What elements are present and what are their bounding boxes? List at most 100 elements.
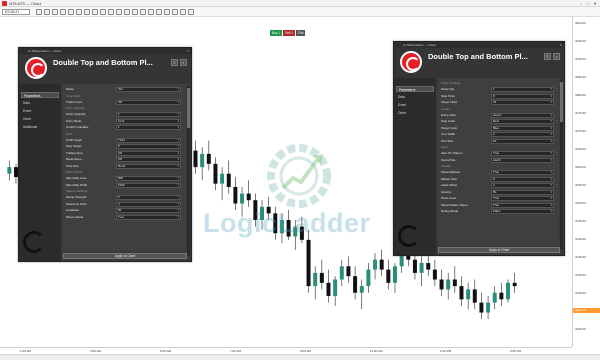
sidebar-item-event[interactable]: Event — [396, 102, 434, 108]
sidebar-item-additional[interactable]: Additional — [21, 124, 59, 130]
apply-to-chart-button[interactable]: Apply to Chart — [63, 253, 187, 259]
toolbar-tool-icon[interactable] — [44, 9, 50, 15]
time-axis[interactable]: 1:00 AM 3:00 AM 5:00 AM 7:00 AM 9:00 AM 11:00… — [0, 347, 572, 354]
sidebar-item-data[interactable]: Data — [21, 100, 59, 106]
settings-row-value-field[interactable]: Alert1 — [491, 157, 554, 163]
settings-row-value-field[interactable]: 2 — [491, 132, 554, 137]
toolbar-tool-icon[interactable] — [116, 9, 122, 15]
settings-row-value-field[interactable]: None — [116, 163, 181, 169]
panel-collapse-button[interactable]: ▪ — [180, 59, 187, 66]
instrument-selector[interactable]: ES 06-21 — [2, 9, 30, 15]
settings-row-value-field[interactable]: True — [116, 214, 181, 220]
buy-button[interactable]: Buy 1 — [270, 30, 283, 36]
panel-scrollbar[interactable] — [187, 86, 190, 256]
settings-row-value-field[interactable]: 8 — [491, 93, 554, 99]
settings-row-value-field[interactable]: 500 — [116, 176, 181, 181]
toolbar-tool-icon[interactable] — [100, 9, 106, 15]
toolbar-tool-icon[interactable] — [52, 9, 58, 15]
settings-row-value-field[interactable]: True — [491, 196, 554, 201]
price-tick-label: 4175.00 — [575, 111, 586, 115]
close-button[interactable]: ✕ — [592, 1, 598, 6]
maximize-button[interactable]: □ — [585, 1, 591, 6]
toolbar-tool-icon[interactable] — [132, 9, 138, 15]
settings-row-value-field[interactable]: Limit — [116, 118, 181, 124]
sidebar-item-order[interactable]: Order — [21, 116, 59, 122]
settings-row-label: Label Offset — [441, 183, 458, 187]
sell-button[interactable]: Sell 1 — [283, 30, 296, 36]
settings-row-value-field[interactable]: 1 — [491, 87, 554, 92]
settings-row-value-field[interactable]: True — [491, 170, 554, 175]
minimize-button[interactable]: – — [578, 1, 584, 6]
settings-row-label: Stop Target — [66, 144, 82, 148]
toolbar-tool-icon[interactable] — [180, 9, 186, 15]
price-tick-label: 4160.00 — [575, 165, 586, 169]
settings-row-value-field[interactable]: 10 — [491, 138, 554, 144]
settings-row-value-field[interactable]: 1 — [116, 112, 181, 117]
settings-row-value-field[interactable]: Sim — [116, 87, 181, 92]
settings-row-value-field[interactable]: 1 — [116, 125, 181, 130]
settings-row-value-field[interactable]: 8 — [116, 144, 181, 149]
sidebar-item-order[interactable]: Order — [396, 110, 434, 116]
panel-scrollbar[interactable] — [560, 80, 563, 250]
sidebar-item-data[interactable]: Data — [396, 94, 434, 100]
settings-row: Mode Sim — [66, 87, 183, 92]
candle-up — [506, 282, 511, 300]
settings-row-value-field[interactable]: 2 — [491, 183, 554, 188]
settings-row: Line Width 2 — [441, 132, 556, 137]
scrollbar-thumb[interactable] — [560, 82, 563, 122]
toolbar-tool-icon[interactable] — [108, 9, 114, 15]
settings-row-label: Target Color — [441, 125, 458, 130]
settings-row-value-field[interactable]: 16 — [491, 100, 554, 105]
panel-settings-button[interactable]: ≡ — [171, 59, 178, 66]
settings-row-value-field[interactable]: 50 — [116, 208, 181, 213]
settings-row-value-field[interactable]: 3 — [491, 176, 554, 182]
toolbar-tool-icon[interactable] — [148, 9, 154, 15]
sidebar-logo-icon — [398, 225, 420, 247]
settings-row-value-field[interactable]: Red — [491, 119, 554, 124]
settings-row-value-field[interactable]: Off — [116, 150, 181, 156]
sidebar-item-event[interactable]: Event — [21, 108, 59, 114]
settings-row-value-field[interactable]: Off — [116, 157, 181, 162]
settings-row-value-field[interactable]: 5 — [116, 195, 181, 200]
toolbar-tool-icon[interactable] — [164, 9, 170, 15]
sidebar-item-parameters[interactable]: Parameters — [21, 92, 59, 98]
settings-row-value-field[interactable]: 1000 — [116, 182, 181, 188]
toolbar-tool-icon[interactable] — [188, 9, 194, 15]
time-tick-label: 7:00 AM — [230, 349, 242, 353]
panel-collapse-button[interactable]: ▪ — [553, 53, 560, 60]
settings-section-header: Risk Control — [66, 170, 83, 174]
toolbar-tool-icon[interactable] — [124, 9, 130, 15]
scrollbar-thumb[interactable] — [187, 88, 190, 128]
settings-row-value-field[interactable]: Green — [491, 112, 554, 118]
toolbar-tool-icon[interactable] — [60, 9, 66, 15]
toolbar-tool-icon[interactable] — [172, 9, 178, 15]
settings-row-value-field[interactable]: Blue — [491, 125, 554, 131]
settings-row-value-field[interactable]: Off — [116, 99, 181, 105]
settings-row-label: Marker Size — [441, 176, 458, 181]
settings-row-value-field[interactable]: True — [491, 202, 554, 208]
toolbar-tool-icon[interactable] — [68, 9, 74, 15]
settings-row-value-field[interactable]: 4 — [116, 201, 181, 207]
settings-row: Label Offset 2 — [441, 183, 556, 188]
toolbar-tool-icon[interactable] — [156, 9, 162, 15]
settings-row-label: Alert On Pattern — [441, 151, 463, 155]
panel-settings-button[interactable]: ≡ — [544, 53, 551, 60]
settings-row-value-field[interactable]: True — [491, 151, 554, 156]
candle-up — [486, 302, 491, 313]
settings-row: Stop Color Red — [441, 119, 556, 124]
panel-title: Double Top and Bottom Pl... — [53, 58, 153, 67]
flat-button[interactable]: Flat — [296, 30, 306, 36]
sidebar-item-parameters[interactable]: Parameters — [396, 86, 434, 92]
toolbar-tool-icon[interactable] — [140, 9, 146, 15]
apply-to-chart-button[interactable]: Apply to Chart — [438, 247, 560, 253]
toolbar-tool-icon[interactable] — [76, 9, 82, 15]
settings-row-value-field[interactable]: 80 — [491, 189, 554, 195]
price-axis[interactable]: 4200.00 4195.00 4190.00 4185.00 4180.00 4175.… — [572, 17, 600, 347]
toolbar-tool-icon[interactable] — [84, 9, 90, 15]
settings-row-value-field[interactable]: Ticks — [116, 137, 181, 143]
toolbar-tool-icon[interactable] — [36, 9, 42, 15]
settings-row: Time Exit None — [66, 163, 183, 169]
settings-row-label: Stop Ticks — [441, 93, 455, 98]
settings-row-value-field[interactable]: False — [491, 209, 554, 214]
toolbar-tool-icon[interactable] — [92, 9, 98, 15]
